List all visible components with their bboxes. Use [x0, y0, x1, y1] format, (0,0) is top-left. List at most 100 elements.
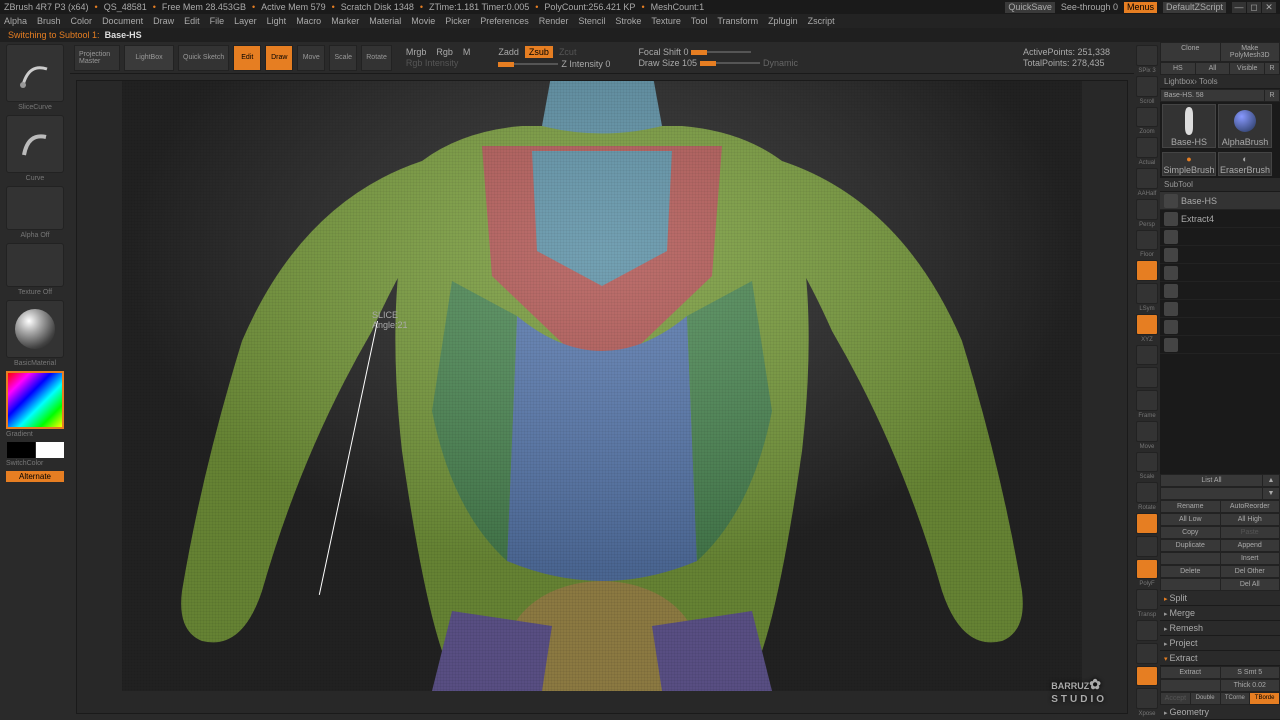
- subtool-item[interactable]: [1160, 264, 1280, 282]
- rightstrip-btn-17[interactable]: [1136, 536, 1158, 557]
- scale-button[interactable]: Scale: [329, 45, 357, 71]
- rightstrip-btn-9[interactable]: [1136, 314, 1158, 335]
- menu-brush[interactable]: Brush: [37, 16, 61, 26]
- rightstrip-btn-3[interactable]: [1136, 137, 1158, 158]
- rightstrip-btn-1[interactable]: [1136, 76, 1158, 97]
- rightstrip-btn-0[interactable]: [1136, 45, 1158, 66]
- titlebar: ZBrush 4R7 P3 (x64) •QS_48581 •Free Mem …: [0, 0, 1280, 14]
- z-intensity-slider[interactable]: [498, 63, 558, 65]
- menu-file[interactable]: File: [210, 16, 225, 26]
- menu-macro[interactable]: Macro: [296, 16, 321, 26]
- rightstrip-btn-20[interactable]: [1136, 620, 1158, 641]
- rightstrip-btn-18[interactable]: [1136, 559, 1158, 580]
- menu-alpha[interactable]: Alpha: [4, 16, 27, 26]
- tool-thumb[interactable]: ●SimpleBrush: [1162, 152, 1216, 176]
- make-polymesh-button[interactable]: Make PolyMesh3D: [1221, 43, 1280, 61]
- watermark: BARRUZ✿ STUDIO: [1051, 673, 1107, 705]
- rotate-button[interactable]: Rotate: [361, 45, 392, 71]
- zsub-button[interactable]: Zsub: [525, 46, 553, 58]
- default-script[interactable]: DefaultZScript: [1163, 2, 1226, 13]
- tool-thumb[interactable]: AlphaBrush: [1218, 104, 1272, 148]
- menu-edit[interactable]: Edit: [184, 16, 200, 26]
- menu-light[interactable]: Light: [267, 16, 287, 26]
- rightstrip-btn-23[interactable]: [1136, 688, 1158, 709]
- edit-button[interactable]: Edit: [233, 45, 261, 71]
- stroke-curve[interactable]: [6, 115, 64, 173]
- menu-texture[interactable]: Texture: [651, 16, 681, 26]
- material-slot[interactable]: [6, 300, 64, 358]
- swatch-white[interactable]: [36, 442, 64, 458]
- maximize-icon[interactable]: ◻: [1247, 2, 1261, 13]
- menus-toggle[interactable]: Menus: [1124, 2, 1157, 13]
- menu-movie[interactable]: Movie: [411, 16, 435, 26]
- model-torso: [122, 80, 1082, 691]
- rightstrip-btn-13[interactable]: [1136, 421, 1158, 442]
- color-swatches[interactable]: [7, 442, 64, 458]
- rightstrip-btn-2[interactable]: [1136, 107, 1158, 128]
- rightstrip-btn-7[interactable]: [1136, 260, 1158, 281]
- rightstrip-btn-5[interactable]: [1136, 199, 1158, 220]
- subtool-list[interactable]: Base-HSExtract4: [1160, 192, 1280, 474]
- subtool-item[interactable]: [1160, 282, 1280, 300]
- menu-zscript[interactable]: Zscript: [808, 16, 835, 26]
- subtool-item[interactable]: Extract4: [1160, 210, 1280, 228]
- viewport[interactable]: SLICEAngle:21 BARRUZ✿ STUDIO: [76, 80, 1128, 714]
- down-icon[interactable]: ▼: [1263, 488, 1279, 499]
- alternate-button[interactable]: Alternate: [6, 471, 64, 482]
- color-picker[interactable]: [6, 371, 64, 429]
- alpha-slot[interactable]: [6, 186, 64, 230]
- rightstrip-btn-15[interactable]: [1136, 482, 1158, 503]
- subtool-item[interactable]: Base-HS: [1160, 192, 1280, 210]
- menu-picker[interactable]: Picker: [445, 16, 470, 26]
- listall-button[interactable]: List All: [1161, 475, 1262, 486]
- tool-thumb[interactable]: ◐EraserBrush: [1218, 152, 1272, 176]
- subtool-item[interactable]: [1160, 300, 1280, 318]
- right-panel: Clone Make PolyMesh3D HS All Visible R L…: [1160, 42, 1280, 720]
- tool-thumb[interactable]: Base-HS: [1162, 104, 1216, 148]
- drawsize-slider[interactable]: [700, 62, 760, 64]
- rightstrip-btn-8[interactable]: [1136, 283, 1158, 304]
- minimize-icon[interactable]: —: [1232, 2, 1246, 13]
- lightbox-button[interactable]: LightBox: [124, 45, 174, 71]
- rightstrip-btn-11[interactable]: [1136, 367, 1158, 388]
- rightstrip-btn-16[interactable]: [1136, 513, 1158, 534]
- menu-render[interactable]: Render: [539, 16, 569, 26]
- up-icon[interactable]: ▲: [1263, 475, 1279, 486]
- move-button[interactable]: Move: [297, 45, 325, 71]
- rightstrip-btn-10[interactable]: [1136, 345, 1158, 366]
- subtool-item[interactable]: [1160, 246, 1280, 264]
- rightstrip-btn-4[interactable]: [1136, 168, 1158, 189]
- projection-master[interactable]: Projection Master: [74, 45, 120, 71]
- rightstrip-btn-21[interactable]: [1136, 643, 1158, 664]
- menu-marker[interactable]: Marker: [331, 16, 359, 26]
- menu-zplugin[interactable]: Zplugin: [768, 16, 798, 26]
- menu-material[interactable]: Material: [369, 16, 401, 26]
- menu-document[interactable]: Document: [102, 16, 143, 26]
- menu-stroke[interactable]: Stroke: [615, 16, 641, 26]
- menu-transform[interactable]: Transform: [717, 16, 758, 26]
- menu-layer[interactable]: Layer: [234, 16, 257, 26]
- menu-stencil[interactable]: Stencil: [578, 16, 605, 26]
- brush-slicecurve[interactable]: [6, 44, 64, 102]
- rightstrip-btn-14[interactable]: [1136, 452, 1158, 473]
- subtool-item[interactable]: [1160, 336, 1280, 354]
- menu-preferences[interactable]: Preferences: [480, 16, 529, 26]
- clone-button[interactable]: Clone: [1161, 43, 1220, 61]
- rightstrip-btn-22[interactable]: [1136, 666, 1158, 687]
- close-icon[interactable]: ✕: [1262, 2, 1276, 13]
- status-line: Switching to Subtool 1: Base-HS: [0, 28, 1280, 42]
- subtool-item[interactable]: [1160, 318, 1280, 336]
- quicksketch-button[interactable]: Quick Sketch: [178, 45, 229, 71]
- focal-slider[interactable]: [691, 51, 751, 53]
- texture-slot[interactable]: [6, 243, 64, 287]
- rightstrip-btn-12[interactable]: [1136, 390, 1158, 411]
- subtool-item[interactable]: [1160, 228, 1280, 246]
- menu-draw[interactable]: Draw: [153, 16, 174, 26]
- menu-tool[interactable]: Tool: [691, 16, 708, 26]
- menu-color[interactable]: Color: [71, 16, 93, 26]
- swatch-black[interactable]: [7, 442, 35, 458]
- rightstrip-btn-19[interactable]: [1136, 589, 1158, 610]
- draw-button[interactable]: Draw: [265, 45, 293, 71]
- rightstrip-btn-6[interactable]: [1136, 230, 1158, 251]
- quicksave-button[interactable]: QuickSave: [1005, 2, 1055, 13]
